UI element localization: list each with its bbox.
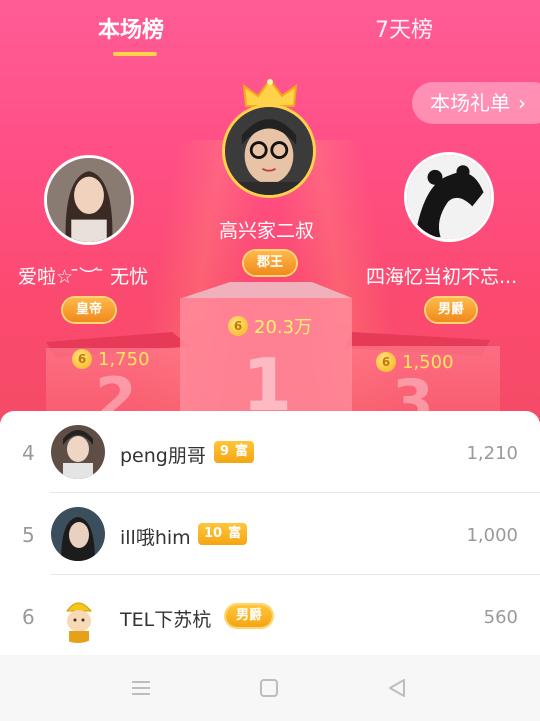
list-item[interactable]: 5 ill哦him 10 富 1,000 bbox=[0, 493, 540, 575]
user-name: ill哦him bbox=[120, 527, 191, 549]
second-place-score: 6 1,750 bbox=[72, 348, 150, 370]
first-place-avatar[interactable] bbox=[222, 104, 316, 198]
list-item[interactable]: 4 peng朋哥 9富 1,210 bbox=[0, 411, 540, 493]
list-item[interactable]: 6 TEL下苏杭 男爵 560 bbox=[0, 575, 540, 657]
avatar[interactable] bbox=[51, 425, 105, 479]
wealth-badge: 9富 bbox=[214, 441, 255, 463]
third-place-title-badge: 男爵 bbox=[426, 298, 476, 322]
third-place-avatar[interactable] bbox=[404, 152, 494, 242]
score: 560 bbox=[483, 607, 518, 628]
tab-this-session[interactable]: 本场榜 bbox=[98, 12, 164, 44]
noble-title-badge: 男爵 bbox=[226, 605, 273, 627]
avatar[interactable] bbox=[51, 507, 105, 561]
coin-icon: 6 bbox=[376, 352, 396, 372]
coin-icon: 6 bbox=[228, 316, 248, 336]
wealth-badge: 10 富 bbox=[198, 523, 248, 545]
ranking-list: 4 peng朋哥 9富 1,210 5 ill哦him 10 富 1,000 6… bbox=[0, 411, 540, 655]
active-tab-indicator bbox=[113, 52, 157, 56]
home-icon[interactable] bbox=[256, 675, 282, 701]
rank-number: 4 bbox=[22, 441, 35, 465]
third-place-name: 四海忆当初不忘... bbox=[366, 266, 518, 288]
chevron-right-icon: › bbox=[518, 91, 526, 115]
first-place-score: 6 20.3万 bbox=[228, 313, 312, 339]
second-place-name: 爱啦☆ ̄︶ ̄ 无忧 bbox=[18, 266, 149, 288]
third-place-score: 6 1,500 bbox=[376, 351, 454, 373]
first-place-title-badge: 郡王 bbox=[244, 251, 296, 275]
score: 1,000 bbox=[466, 525, 518, 546]
back-icon[interactable] bbox=[384, 675, 410, 701]
user-name: TEL下苏杭 bbox=[120, 609, 212, 631]
first-place-name: 高兴家二叔 bbox=[219, 220, 315, 242]
tab-bar: 本场榜 7天榜 bbox=[0, 12, 540, 62]
gift-list-button[interactable]: 本场礼单 › bbox=[412, 82, 540, 124]
avatar[interactable] bbox=[51, 589, 105, 643]
menu-icon[interactable] bbox=[128, 675, 154, 701]
rank-number: 5 bbox=[22, 523, 35, 547]
system-navigation-bar bbox=[0, 655, 540, 721]
rank-number: 6 bbox=[22, 605, 35, 629]
user-name: peng朋哥 bbox=[120, 445, 206, 467]
leaderboard-hero: 本场榜 7天榜 本场礼单 › 2 3 1 高兴家二叔 爱啦☆ ̄︶ ̄ 无忧 四… bbox=[0, 0, 540, 430]
tab-7-days[interactable]: 7天榜 bbox=[375, 12, 433, 44]
coin-icon: 6 bbox=[72, 349, 92, 369]
second-place-avatar[interactable] bbox=[44, 155, 134, 245]
second-place-title-badge: 皇帝 bbox=[63, 298, 115, 322]
score: 1,210 bbox=[466, 443, 518, 464]
gift-list-label: 本场礼单 bbox=[430, 91, 510, 115]
